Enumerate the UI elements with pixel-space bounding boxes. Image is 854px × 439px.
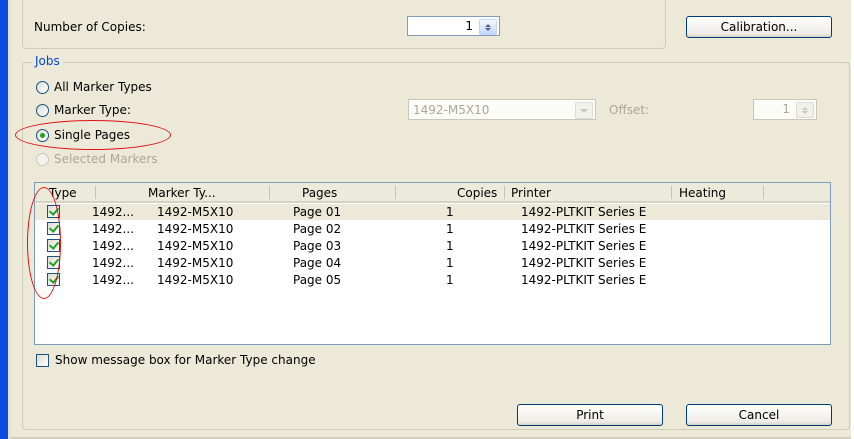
radio-marker-type[interactable] (36, 104, 49, 117)
radio-selected-markers[interactable] (36, 153, 49, 166)
row-checkbox[interactable] (47, 222, 60, 235)
radio-marker-type-label: Marker Type: (54, 103, 131, 117)
cell-copies: 1 (446, 256, 454, 270)
show-message-checkbox-label: Show message box for Marker Type change (55, 353, 316, 367)
spinner-arrows-icon[interactable] (796, 102, 814, 118)
window-left-frame (8, 0, 11, 439)
cell-printer: 1492-PLTKIT Series E (521, 222, 647, 236)
radio-single-pages[interactable] (36, 129, 49, 142)
row-checkbox[interactable] (47, 205, 60, 218)
copies-value: 1 (465, 19, 473, 33)
table-row[interactable]: 1492... 1492-M5X10 Page 05 1 1492-PLTKIT… (35, 272, 830, 288)
column-header-printer[interactable]: Printer (511, 186, 551, 200)
cell-copies: 1 (446, 222, 454, 236)
window-left-border (0, 0, 8, 439)
cell-type: 1492... (92, 273, 134, 287)
table-row[interactable]: 1492... 1492-M5X10 Page 03 1 1492-PLTKIT… (35, 238, 830, 254)
cell-copies: 1 (446, 273, 454, 287)
cell-pages: Page 04 (293, 256, 342, 270)
calibration-button[interactable]: Calibration... (686, 16, 832, 38)
cell-printer: 1492-PLTKIT Series E (521, 273, 647, 287)
cell-type: 1492... (92, 205, 134, 219)
show-message-checkbox[interactable] (36, 354, 49, 367)
cell-pages: Page 05 (293, 273, 342, 287)
copies-spinner[interactable]: 1 (407, 16, 500, 36)
marker-type-value: 1492-M5X10 (413, 103, 490, 117)
column-header-copies[interactable]: Copies (457, 186, 497, 200)
cell-printer: 1492-PLTKIT Series E (521, 256, 647, 270)
offset-spinner[interactable]: 1 (753, 99, 817, 120)
table-header: Type Marker Ty... Pages Copies Printer H… (35, 183, 830, 203)
cell-type: 1492... (92, 256, 134, 270)
cell-marker-type: 1492-M5X10 (157, 256, 234, 270)
print-button[interactable]: Print (517, 404, 663, 426)
cell-marker-type: 1492-M5X10 (157, 205, 234, 219)
cell-copies: 1 (446, 239, 454, 253)
cancel-button[interactable]: Cancel (686, 404, 832, 426)
chevron-down-icon[interactable] (575, 102, 593, 119)
table-row[interactable]: 1492... 1492-M5X10 Page 04 1 1492-PLTKIT… (35, 255, 830, 271)
offset-value: 1 (782, 102, 790, 116)
table-row[interactable]: 1492... 1492-M5X10 Page 02 1 1492-PLTKIT… (35, 221, 830, 237)
row-checkbox[interactable] (47, 273, 60, 286)
row-checkbox[interactable] (47, 239, 60, 252)
cell-marker-type: 1492-M5X10 (157, 239, 234, 253)
column-header-type[interactable]: Type (49, 186, 77, 200)
spinner-arrows-icon[interactable] (479, 19, 497, 35)
cell-copies: 1 (446, 205, 454, 219)
radio-all-marker-types-label: All Marker Types (54, 80, 152, 94)
jobs-table[interactable]: Type Marker Ty... Pages Copies Printer H… (34, 182, 831, 345)
column-header-pages[interactable]: Pages (302, 186, 337, 200)
row-checkbox[interactable] (47, 256, 60, 269)
column-header-heating[interactable]: Heating (679, 186, 726, 200)
cell-pages: Page 03 (293, 239, 342, 253)
cell-pages: Page 01 (293, 205, 342, 219)
column-header-marker-type[interactable]: Marker Ty... (148, 186, 216, 200)
cell-pages: Page 02 (293, 222, 342, 236)
cell-printer: 1492-PLTKIT Series E (521, 239, 647, 253)
cell-type: 1492... (92, 222, 134, 236)
radio-single-pages-label: Single Pages (54, 128, 131, 142)
cell-marker-type: 1492-M5X10 (157, 273, 234, 287)
offset-label: Offset: (609, 103, 650, 117)
cell-printer: 1492-PLTKIT Series E (521, 205, 647, 219)
cell-marker-type: 1492-M5X10 (157, 222, 234, 236)
table-row[interactable]: 1492... 1492-M5X10 Page 01 1 1492-PLTKIT… (35, 204, 830, 220)
jobs-legend: Jobs (32, 54, 63, 68)
radio-all-marker-types[interactable] (36, 81, 49, 94)
radio-selected-markers-label: Selected Markers (54, 152, 158, 166)
copies-label: Number of Copies: (34, 20, 146, 34)
cell-type: 1492... (92, 239, 134, 253)
marker-type-dropdown[interactable]: 1492-M5X10 (408, 99, 596, 120)
